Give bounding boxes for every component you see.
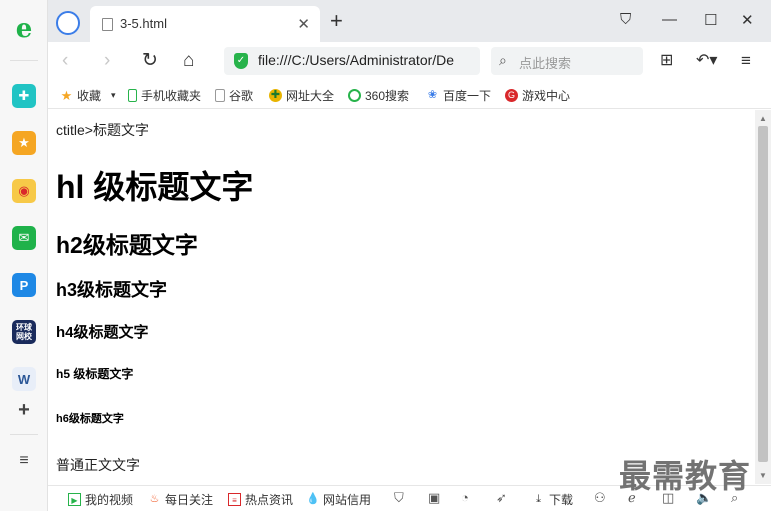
new-tab-button[interactable]: + <box>330 10 343 32</box>
bookmark-label: 360搜索 <box>365 89 410 103</box>
status-label: 每日关注 <box>165 493 214 507</box>
mail-icon[interactable]: ✉ <box>12 226 36 250</box>
speed-icon[interactable]: ◔ <box>461 490 469 505</box>
bookmark-baidu[interactable]: ❀ 百度一下 <box>426 87 491 104</box>
watermark-logo: 最需教育 <box>619 458 752 494</box>
bookmark-mobile[interactable]: 手机收藏夹 <box>128 87 201 104</box>
heading-h3: h3级标题文字 <box>56 280 168 300</box>
status-label: 热点资讯 <box>245 493 294 507</box>
status-label: 下载 <box>549 493 574 507</box>
bookmark-label: 游戏中心 <box>522 89 571 103</box>
menu-list-icon[interactable]: ≡ <box>12 449 36 473</box>
news-app-icon[interactable]: 环球 网校 <box>12 320 36 344</box>
minimize-button[interactable]: — <box>662 11 677 28</box>
sidebar: e ✚ ★ ◉ ✉ P 环球 网校 W + ≡ <box>0 0 48 511</box>
globe-icon: ✚ <box>269 89 282 102</box>
heading-h6: h6级标题文字 <box>56 413 124 425</box>
status-label: 我的视频 <box>85 493 134 507</box>
download-icon: ⤓ <box>536 493 541 505</box>
phone-icon <box>128 89 137 102</box>
bookmark-directory[interactable]: ✚ 网址大全 <box>269 87 334 104</box>
word-doc-icon[interactable]: W <box>12 367 36 391</box>
chevron-down-icon: ▾ <box>111 90 116 100</box>
favorites-star-icon[interactable]: ★ <box>12 131 36 155</box>
close-window-button[interactable]: ✕ <box>741 11 754 29</box>
news-icon: ≡ <box>228 493 241 506</box>
page-content: ctitle>标题文字 hl 级标题文字 h2级标题文字 h3级标题文字 h4级… <box>48 110 755 484</box>
bookmark-label: 谷歌 <box>229 89 254 103</box>
360-search-icon <box>348 89 361 102</box>
heading-h2: h2级标题文字 <box>56 232 198 258</box>
secure-shield-icon: ✓ <box>234 53 248 69</box>
maximize-button[interactable]: ☐ <box>704 11 717 29</box>
plus-app-icon[interactable]: ✚ <box>12 84 36 108</box>
download-button[interactable]: ⤓ 下载 <box>532 491 573 508</box>
home-button[interactable]: ⌂ <box>183 51 194 71</box>
baidu-paw-icon: ❀ <box>427 89 438 101</box>
screenshot-icon[interactable]: ▣ <box>428 490 440 506</box>
drop-icon: 💧 <box>306 493 320 505</box>
search-icon: ⌕ <box>499 52 507 68</box>
back-button[interactable]: ‹ <box>62 51 68 71</box>
reload-button[interactable]: ↻ <box>142 51 158 71</box>
browser-logo-icon[interactable]: e <box>12 14 36 44</box>
title-bar: 3-5.html ✕ + ⛉ — ☐ ✕ <box>48 0 771 42</box>
title-text-line: ctitle>标题文字 <box>56 122 149 138</box>
add-app-icon[interactable]: + <box>12 398 36 422</box>
heading-h5: h5 级标题文字 <box>56 367 134 381</box>
page-icon <box>215 89 225 102</box>
scroll-thumb[interactable] <box>758 126 768 462</box>
apps-grid-icon[interactable]: ⊞ <box>660 51 673 71</box>
site-trust-button[interactable]: 💧 网站信用 <box>306 491 371 508</box>
url-text[interactable]: file:///C:/Users/Administrator/De <box>258 52 474 68</box>
tab-active[interactable]: 3-5.html ✕ <box>90 6 320 42</box>
vertical-scrollbar[interactable]: ▲ ▼ <box>755 110 771 484</box>
bookmarks-bar: ★ 收藏 ▾ 手机收藏夹 谷歌 ✚ 网址大全 360搜索 ❀ 百度一下 G 游戏… <box>48 82 771 109</box>
my-video-button[interactable]: ▶ 我的视频 <box>68 491 133 508</box>
main-menu-icon[interactable]: ≡ <box>741 51 751 71</box>
navigation-logo-icon[interactable] <box>56 11 80 35</box>
address-bar[interactable]: ✓ file:///C:/Users/Administrator/De <box>224 47 480 75</box>
daily-focus-button[interactable]: ♨ 每日关注 <box>148 491 213 508</box>
rocket-icon[interactable]: ➶ <box>496 490 507 506</box>
bookmark-label: 收藏 <box>77 89 102 103</box>
undo-close-icon[interactable]: ↶▾ <box>696 51 717 71</box>
bookmark-games[interactable]: G 游戏中心 <box>505 87 570 104</box>
close-tab-icon[interactable]: ✕ <box>297 15 310 33</box>
heading-h1: hl 级标题文字 <box>56 169 254 205</box>
search-box[interactable]: ⌕ 点此搜索 <box>491 47 643 75</box>
skin-icon[interactable]: ⛉ <box>620 11 631 28</box>
scroll-up-arrow-icon[interactable]: ▲ <box>759 114 767 123</box>
game-icon: G <box>505 89 518 102</box>
tab-title: 3-5.html <box>120 16 167 31</box>
scroll-down-arrow-icon[interactable]: ▼ <box>759 471 767 480</box>
forward-button[interactable]: › <box>104 51 110 71</box>
shield-icon[interactable]: ⛉ <box>394 490 404 506</box>
heading-h4: h4级标题文字 <box>56 324 149 341</box>
bookmark-label: 手机收藏夹 <box>141 89 202 103</box>
play-icon: ▶ <box>68 493 81 506</box>
toolbar: ‹ › ↻ ⌂ ✓ file:///C:/Users/Administrator… <box>48 42 771 82</box>
bookmark-label: 网址大全 <box>286 89 335 103</box>
bookmark-favorites[interactable]: ★ 收藏 ▾ <box>60 87 116 104</box>
bookmark-label: 百度一下 <box>443 89 492 103</box>
star-icon: ★ <box>60 88 73 103</box>
weibo-icon[interactable]: ◉ <box>12 179 36 203</box>
bookmark-360-search[interactable]: 360搜索 <box>348 87 409 104</box>
flame-icon: ♨ <box>149 493 160 505</box>
sidebar-divider <box>10 434 38 435</box>
search-placeholder: 点此搜索 <box>519 56 572 71</box>
extension-icon[interactable]: ⚇ <box>594 490 606 506</box>
bookmark-google[interactable]: 谷歌 <box>215 87 253 104</box>
body-paragraph: 普通正文文字 <box>56 457 140 473</box>
status-label: 网站信用 <box>323 493 372 507</box>
p-app-icon[interactable]: P <box>12 273 36 297</box>
sidebar-divider <box>10 60 38 61</box>
hot-news-button[interactable]: ≡ 热点资讯 <box>228 491 293 508</box>
file-icon <box>102 18 113 31</box>
